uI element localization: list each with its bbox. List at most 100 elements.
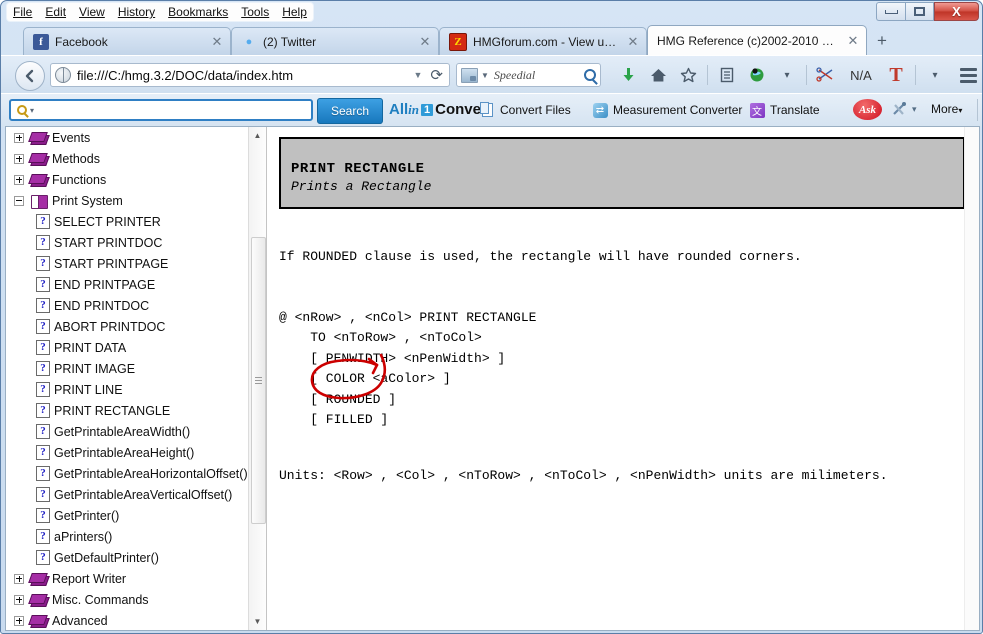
close-button[interactable]: X [934, 2, 979, 21]
menu-item-file[interactable]: File [13, 3, 32, 21]
menu-hamburger-icon[interactable] [950, 56, 982, 94]
search-bar[interactable]: ▼ Speedial [456, 63, 601, 87]
search-engine-dropdown-icon[interactable]: ▼ [481, 71, 489, 80]
tree-item-print-line[interactable]: ? PRINT LINE [14, 379, 246, 400]
tree-item-getdefaultprinter[interactable]: ? GetDefaultPrinter() [14, 547, 246, 568]
menu-item-view[interactable]: View [79, 3, 105, 21]
tree-item-print-rectangle[interactable]: ? PRINT RECTANGLE [14, 400, 246, 421]
ask-logo-icon[interactable]: Ask [853, 99, 882, 120]
menu-item-help[interactable]: Help [282, 3, 307, 21]
page-icon: ? [36, 529, 50, 544]
title-bar: File Edit View History Bookmarks Tools H… [1, 1, 982, 23]
tab-hmgforum-close-icon[interactable]: ✕ [626, 34, 640, 49]
back-arrow-icon [25, 69, 34, 83]
tree-item-print-system[interactable]: Print System [14, 190, 246, 211]
tree-item-functions[interactable]: Functions [14, 169, 246, 190]
search-engine-icon[interactable] [461, 67, 478, 83]
tree-item-label: START PRINTPAGE [54, 256, 169, 271]
tree-item-print-image[interactable]: ? PRINT IMAGE [14, 358, 246, 379]
tree-item-aprinters[interactable]: ? aPrinters() [14, 526, 246, 547]
document-scrollbar[interactable] [964, 127, 979, 630]
menu-item-tools[interactable]: Tools [241, 3, 269, 21]
tree-scrollbar[interactable]: ▲ ▼ [248, 127, 266, 630]
tree-item-getprintableareawidth[interactable]: ? GetPrintableAreaWidth() [14, 421, 246, 442]
toolbar-more-button[interactable]: More▾ [931, 102, 962, 116]
scissors-addon-icon[interactable] [811, 56, 841, 94]
menu-item-file-label: File [13, 5, 33, 19]
addon-dropdown-icon[interactable]: ▾ [772, 56, 802, 94]
new-tab-button[interactable]: + [873, 32, 891, 51]
minimize-button[interactable] [876, 2, 905, 21]
ask-search-dropdown-icon[interactable]: ▾ [30, 106, 34, 115]
reading-list-icon[interactable] [712, 56, 742, 94]
tree-item-end-printpage[interactable]: ? END PRINTPAGE [14, 274, 246, 295]
tab-twitter[interactable]: ● (2) Twitter ✕ [231, 27, 439, 55]
tree-item-select-printer[interactable]: ? SELECT PRINTER [14, 211, 246, 232]
document-header-box: PRINT RECTANGLE Prints a Rectangle [279, 137, 965, 209]
menu-item-tools-label: Tools [241, 5, 270, 19]
menu-item-help-label: Help [282, 5, 307, 19]
text-tool-dropdown-icon[interactable]: ▾ [920, 56, 950, 94]
tree-item-getprintableareaheight[interactable]: ? GetPrintableAreaHeight() [14, 442, 246, 463]
expand-icon[interactable] [14, 153, 24, 164]
tree-item-getprintableareahorizontaloffset[interactable]: ? GetPrintableAreaHorizontalOffset() [14, 463, 248, 484]
address-bar[interactable]: file:///C:/hmg.3.2/DOC/data/index.htm ▼ … [50, 63, 450, 87]
document-syntax-text: @ <nRow> , <nCol> PRINT RECTANGLE TO <nT… [279, 309, 537, 428]
collapse-icon[interactable] [14, 195, 24, 206]
text-tool-icon[interactable]: T [881, 56, 911, 94]
expand-icon[interactable] [14, 174, 24, 185]
tree-item-methods[interactable]: Methods [14, 148, 246, 169]
tree-item-abort-printdoc[interactable]: ? ABORT PRINTDOC [14, 316, 246, 337]
bookmark-star-icon[interactable] [673, 56, 703, 94]
downloads-icon[interactable] [613, 56, 643, 94]
tools-dropdown-icon[interactable]: ▾ [912, 104, 917, 115]
toolbar-item-convert-files[interactable]: Convert Files [479, 100, 571, 120]
tree-item-start-printdoc[interactable]: ? START PRINTDOC [14, 232, 246, 253]
ask-search-button[interactable]: Search [317, 98, 383, 124]
tab-twitter-close-icon[interactable]: ✕ [418, 34, 432, 49]
na-label[interactable]: N/A [841, 56, 881, 94]
expand-icon[interactable] [14, 594, 24, 605]
tab-hmg-reference[interactable]: HMG Reference (c)2002-2010 R... ✕ [647, 25, 867, 55]
toolbar-item-translate[interactable]: 文 Translate [749, 100, 820, 120]
tree-item-end-printdoc[interactable]: ? END PRINTDOC [14, 295, 246, 316]
tree-item-label: PRINT LINE [54, 382, 123, 397]
expand-icon[interactable] [14, 615, 24, 626]
tab-hmgforum[interactable]: Z HMGforum.com - View un... ✕ [439, 27, 647, 55]
close-icon: X [952, 4, 961, 19]
tree-item-start-printpage[interactable]: ? START PRINTPAGE [14, 253, 246, 274]
globe-addon-icon[interactable] [742, 56, 772, 94]
back-button[interactable] [15, 61, 45, 91]
tab-facebook-close-icon[interactable]: ✕ [210, 34, 224, 49]
page-icon: ? [36, 235, 50, 250]
ask-search-input[interactable]: ▾ [9, 99, 313, 121]
menu-item-edit[interactable]: Edit [45, 3, 66, 21]
more-dropdown-icon: ▾ [958, 106, 963, 115]
allin1convert-brand[interactable]: All in 1 Convert [389, 101, 492, 118]
tree-item-print-data[interactable]: ? PRINT DATA [14, 337, 246, 358]
expand-icon[interactable] [14, 132, 24, 143]
address-bar-dropdown-icon[interactable]: ▼ [414, 70, 423, 80]
tree-scrollbar-thumb[interactable] [251, 237, 266, 524]
reload-icon[interactable]: ⟳ [430, 66, 443, 84]
tab-facebook[interactable]: f Facebook ✕ [23, 27, 231, 55]
tree-item-events[interactable]: Events [14, 127, 246, 148]
search-icon[interactable] [584, 69, 596, 81]
tree-item-misc-commands[interactable]: Misc. Commands [14, 589, 246, 610]
tab-hmg-reference-label: HMG Reference (c)2002-2010 R... [657, 33, 840, 48]
menu-item-bookmarks[interactable]: Bookmarks [168, 3, 228, 21]
browser-window: File Edit View History Bookmarks Tools H… [0, 0, 983, 634]
tree-item-getprintableareaverticaloffset[interactable]: ? GetPrintableAreaVerticalOffset() [14, 484, 246, 505]
tree-scroll-down-icon[interactable]: ▼ [249, 613, 266, 630]
maximize-button[interactable] [905, 2, 934, 21]
toolbar-item-measurement-converter[interactable]: ⇄ Measurement Converter [592, 100, 742, 120]
menu-item-history[interactable]: History [118, 3, 155, 21]
tree-scroll-up-icon[interactable]: ▲ [249, 127, 266, 144]
tree-item-getprinter[interactable]: ? GetPrinter() [14, 505, 246, 526]
tree-item-advanced[interactable]: Advanced [14, 610, 246, 630]
home-icon[interactable] [643, 56, 673, 94]
toolbar-tools-button[interactable]: ▾ [891, 101, 917, 117]
tab-hmg-reference-close-icon[interactable]: ✕ [846, 33, 860, 48]
tree-item-report-writer[interactable]: Report Writer [14, 568, 246, 589]
expand-icon[interactable] [14, 573, 24, 584]
